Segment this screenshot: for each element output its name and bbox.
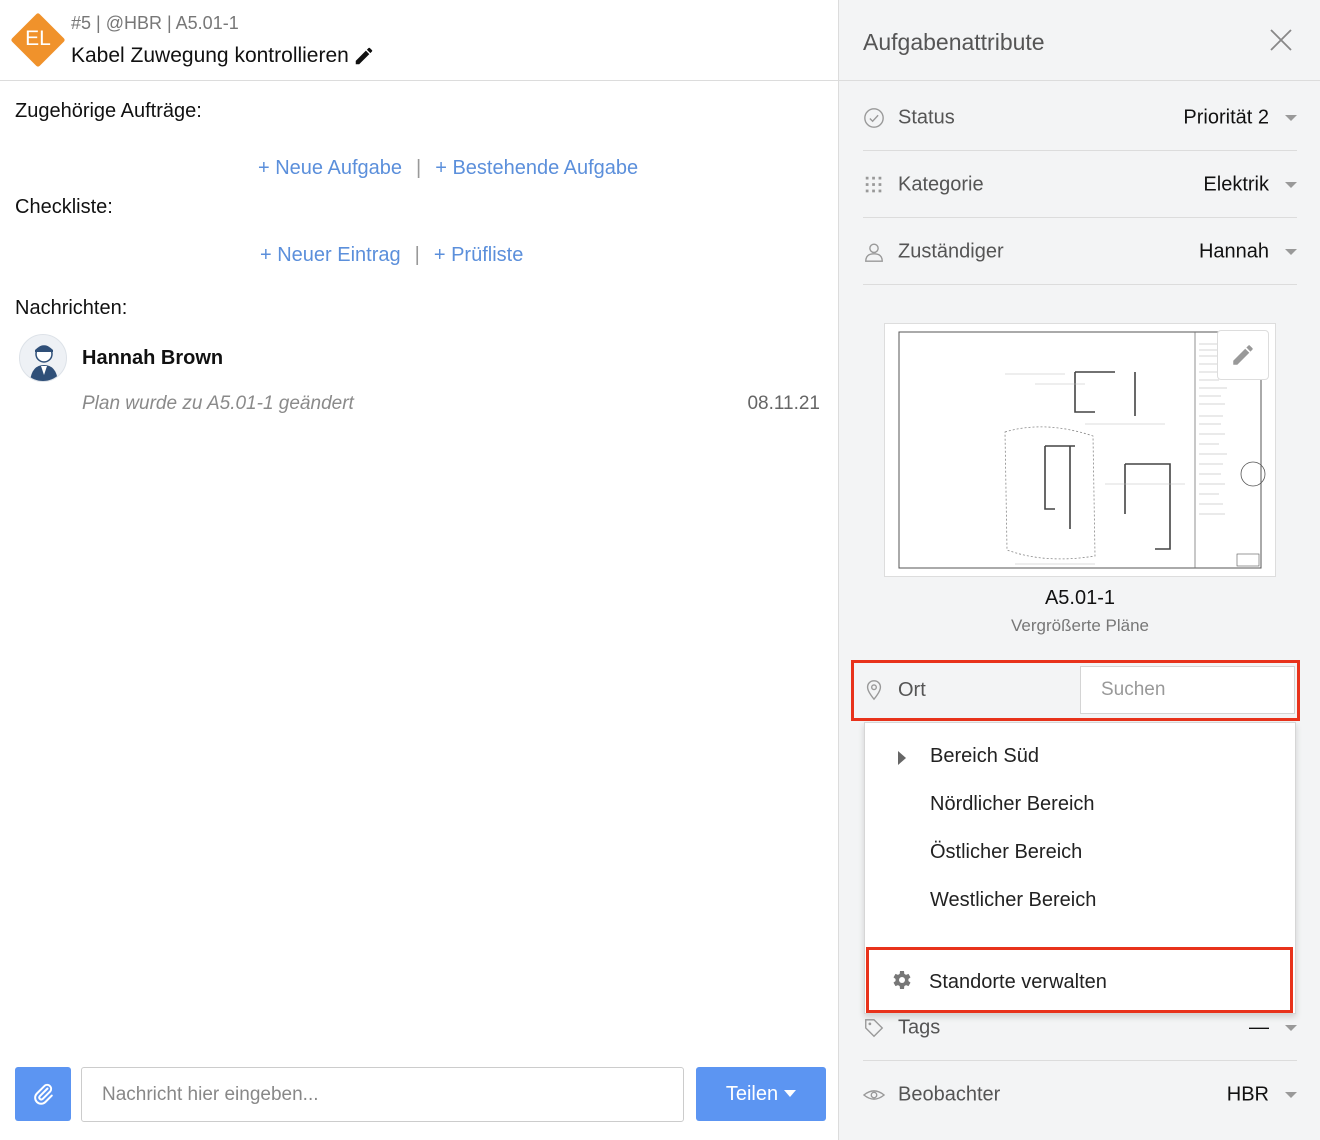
checklist-template-link[interactable]: + Prüfliste — [434, 244, 523, 267]
pencil-icon — [1233, 345, 1253, 365]
existing-task-link[interactable]: + Bestehende Aufgabe — [435, 157, 638, 180]
related-tasks-actions: + Neue Aufgabe | + Bestehende Aufgabe — [258, 157, 638, 180]
new-entry-link[interactable]: + Neuer Eintrag — [260, 244, 401, 267]
share-button[interactable]: Teilen — [696, 1067, 826, 1121]
status-row[interactable]: Status Priorität 2 — [863, 85, 1297, 151]
separator: | — [414, 244, 420, 266]
task-title-text: Kabel Zuwegung kontrollieren — [71, 44, 349, 67]
chevron-down-icon — [1285, 248, 1297, 255]
manage-locations-button[interactable]: Standorte verwalten — [866, 947, 1293, 1013]
grid-icon — [865, 176, 882, 192]
paperclip-icon — [34, 1083, 53, 1105]
task-title[interactable]: Kabel Zuwegung kontrollieren — [71, 44, 375, 68]
location-option[interactable]: Westlicher Bereich — [930, 889, 1096, 912]
watchers-label: Beobachter — [898, 1083, 1001, 1106]
chevron-down-icon — [1285, 1092, 1297, 1098]
messages-label: Nachrichten: — [15, 297, 128, 319]
share-label: Teilen — [725, 1082, 779, 1105]
category-row[interactable]: Kategorie Elektrik — [863, 152, 1297, 218]
message-input[interactable] — [81, 1067, 684, 1122]
location-option[interactable]: Nördlicher Bereich — [930, 793, 1095, 816]
status-value: Priorität 2 — [1183, 106, 1269, 128]
expand-arrow-icon[interactable] — [898, 751, 906, 765]
manage-locations-label: Standorte verwalten — [929, 971, 1107, 993]
tags-label: Tags — [898, 1016, 941, 1038]
category-value: Elektrik — [1203, 173, 1269, 195]
assignee-label: Zuständiger — [898, 240, 1004, 262]
message-date: 08.11.21 — [747, 393, 820, 414]
eye-icon — [863, 1090, 885, 1100]
location-option[interactable]: Östlicher Bereich — [930, 841, 1082, 864]
pencil-icon[interactable] — [353, 45, 375, 67]
message-text: Plan wurde zu A5.01-1 geändert — [82, 393, 354, 414]
tags-value: — — [1249, 1016, 1269, 1038]
status-label: Status — [898, 106, 955, 128]
badge-label: EL — [25, 27, 51, 50]
attach-button[interactable] — [15, 1067, 71, 1121]
tag-icon — [865, 1018, 884, 1037]
related-tasks-label: Zugehörige Aufträge: — [15, 100, 202, 122]
chevron-down-icon — [1285, 1024, 1297, 1031]
panel-title: Aufgabenattribute — [863, 29, 1045, 55]
location-highlight — [851, 660, 1300, 721]
user-icon — [865, 243, 883, 262]
assignee-row[interactable]: Zuständiger Hannah — [863, 219, 1297, 285]
avatar — [19, 334, 67, 382]
chevron-down-icon — [1285, 181, 1297, 188]
task-type-badge: EL — [10, 12, 66, 68]
close-icon[interactable] — [1269, 28, 1293, 52]
chevron-down-icon — [1285, 114, 1297, 121]
watchers-value: HBR — [1226, 1083, 1269, 1106]
assignee-value: Hannah — [1198, 240, 1269, 262]
checklist-actions: + Neuer Eintrag | + Prüfliste — [260, 244, 523, 267]
plan-subtitle: Vergrößerte Pläne — [1011, 616, 1149, 635]
watchers-row[interactable]: Beobachter HBR — [863, 1062, 1297, 1128]
caret-down-icon — [784, 1090, 797, 1097]
message-author: Hannah Brown — [82, 347, 224, 369]
new-task-link[interactable]: + Neue Aufgabe — [258, 157, 402, 180]
task-header: EL #5 | @HBR | A5.01-1 Kabel Zuwegung ko… — [0, 0, 838, 81]
edit-plan-button[interactable] — [1217, 330, 1269, 380]
plan-name: A5.01-1 — [1044, 587, 1116, 609]
attributes-panel: Aufgabenattribute Status Priorität 2 Kat… — [838, 0, 1320, 1140]
gear-icon — [893, 971, 911, 989]
separator: | — [416, 157, 422, 179]
check-circle-icon — [864, 107, 884, 128]
task-detail-pane: EL #5 | @HBR | A5.01-1 Kabel Zuwegung ko… — [0, 0, 838, 1140]
category-label: Kategorie — [898, 173, 984, 195]
task-meta: #5 | @HBR | A5.01-1 — [71, 13, 239, 33]
checklist-label: Checkliste: — [15, 196, 113, 218]
location-option[interactable]: Bereich Süd — [930, 745, 1039, 768]
